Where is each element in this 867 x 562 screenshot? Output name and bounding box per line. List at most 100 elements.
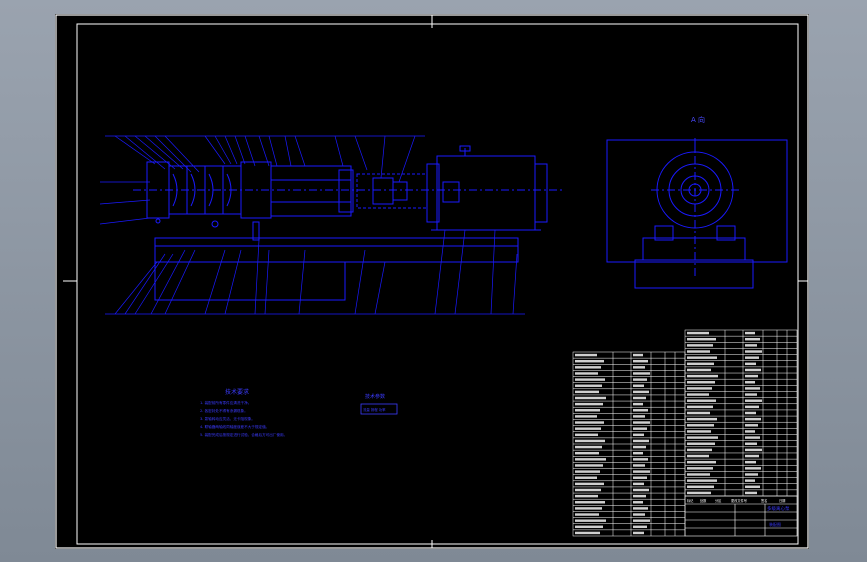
table-cell-text (633, 445, 646, 449)
side-base (634, 259, 754, 289)
table-cell-text (687, 424, 714, 427)
header-cell: 更改文件号 (731, 498, 747, 503)
motor-body (436, 155, 536, 231)
table-cell-text (633, 384, 644, 387)
table-cell-text (575, 421, 604, 424)
table-cell-text (633, 439, 649, 443)
table-cell-text (633, 470, 650, 473)
table-cell-text (745, 430, 755, 433)
table-cell-text (687, 430, 711, 433)
table-cell-text (575, 451, 599, 455)
table-cell-text (745, 393, 757, 396)
table-cell-text (575, 378, 605, 381)
table-cell-text (633, 372, 650, 375)
table-cell-text (687, 491, 711, 495)
side-pedestal (642, 237, 746, 261)
table-cell-text (687, 454, 709, 458)
table-cell-text (633, 458, 648, 461)
side-frame (606, 139, 788, 263)
inlet-flange (155, 218, 161, 224)
table-cell-text (633, 359, 648, 363)
table-cell-text (575, 353, 597, 357)
table-cell-text (575, 513, 599, 516)
table-cell-text (575, 458, 606, 461)
table-cell-text (575, 384, 602, 387)
table-cell-text (633, 409, 648, 412)
table-cell-text (633, 366, 645, 369)
table-cell-text (633, 390, 649, 394)
table-cell-text (633, 415, 645, 418)
table-cell-text (687, 393, 709, 396)
foundation (154, 261, 346, 301)
table-cell-text (745, 491, 757, 495)
table-cell-text (575, 501, 605, 504)
table-cell-text (633, 427, 647, 430)
table-cell-text (575, 366, 601, 369)
table-cell-text (687, 374, 718, 378)
table-cell-text (745, 442, 757, 445)
header-cell: 分区 (715, 498, 722, 503)
table-cell-text (687, 331, 709, 335)
table-cell-text (633, 507, 648, 510)
main-assembly-view (133, 145, 565, 301)
table-cell-text (633, 531, 644, 535)
table-cell-text (687, 479, 717, 482)
table-cell-text (687, 436, 718, 439)
table-cell-text (687, 467, 713, 470)
table-cell-text (575, 433, 598, 437)
table-cell-text (745, 485, 760, 489)
table-cell-text (575, 439, 605, 443)
table-cell-text (575, 488, 601, 492)
table-cell-text (745, 356, 759, 359)
table-cell-text (687, 485, 714, 489)
tech-req-title: 技术要求 (225, 388, 249, 396)
title-block-name: 多级离心泵 (767, 505, 790, 512)
table-cell-text (687, 473, 710, 476)
table-cell-text (633, 433, 644, 437)
table-cell-text (687, 442, 715, 445)
header-cell: 处数 (700, 498, 707, 503)
side-view (606, 138, 788, 289)
coupling-2 (392, 181, 408, 201)
table-cell-text (745, 460, 756, 464)
coupling (372, 177, 394, 205)
tech-req-line: 4. 联轴器两轴线同轴度误差不大于规定值。 (200, 424, 269, 429)
table-cell-text (687, 381, 715, 384)
tech-req-list: 1. 装配前所有零件应清洗干净。 2. 各密封处不得有渗漏现象。 3. 泵轴转动… (200, 400, 287, 437)
table-cell-text (745, 331, 755, 335)
table-cell-text (687, 399, 716, 402)
table-cell-text (633, 353, 643, 357)
spec-title: 技术参数 (365, 393, 385, 400)
table-cell-text (575, 427, 601, 430)
leader-lines (99, 135, 525, 315)
outlet-flange (211, 220, 219, 228)
tech-req-line: 1. 装配前所有零件应清洗干净。 (200, 400, 251, 405)
table-cell-text (575, 409, 600, 412)
table-cell-text (633, 488, 649, 492)
table-cell-text (745, 473, 758, 476)
table-cell-text (745, 399, 762, 402)
table-cell-text (575, 476, 597, 479)
inner-frame (76, 23, 799, 545)
table-cell-text (745, 454, 759, 458)
title-block-drawing-no: 装配图 (769, 521, 781, 527)
table-cell-text (575, 507, 602, 510)
table-cell-text (687, 356, 717, 359)
coupling-guard (356, 173, 428, 209)
table-cell-text (745, 424, 758, 427)
table-cell-text (633, 525, 647, 529)
cad-drawing: A 向 技术要求 1. 装配前所有零件应清洗干净。 2. 各密封处不得有渗漏现象… (55, 14, 809, 549)
table-cell-text (687, 405, 713, 409)
table-cell-text (687, 411, 710, 415)
table-cell-text (687, 337, 716, 341)
tech-req-line: 3. 泵轴转动应灵活，无卡阻现象。 (200, 416, 255, 421)
motor-terminal-box (442, 181, 460, 203)
parts-list-right (684, 329, 798, 497)
motor-fan-cover (534, 163, 548, 223)
drawing-sheet: A 向 技术要求 1. 装配前所有零件应清洗干净。 2. 各密封处不得有渗漏现象… (55, 14, 809, 549)
cad-viewport[interactable]: A 向 技术要求 1. 装配前所有零件应清洗干净。 2. 各密封处不得有渗漏现象… (0, 0, 867, 562)
table-cell-text (745, 448, 762, 452)
table-cell-text (575, 402, 603, 406)
pressure-gauge (252, 221, 260, 241)
table-cell-text (575, 445, 602, 449)
